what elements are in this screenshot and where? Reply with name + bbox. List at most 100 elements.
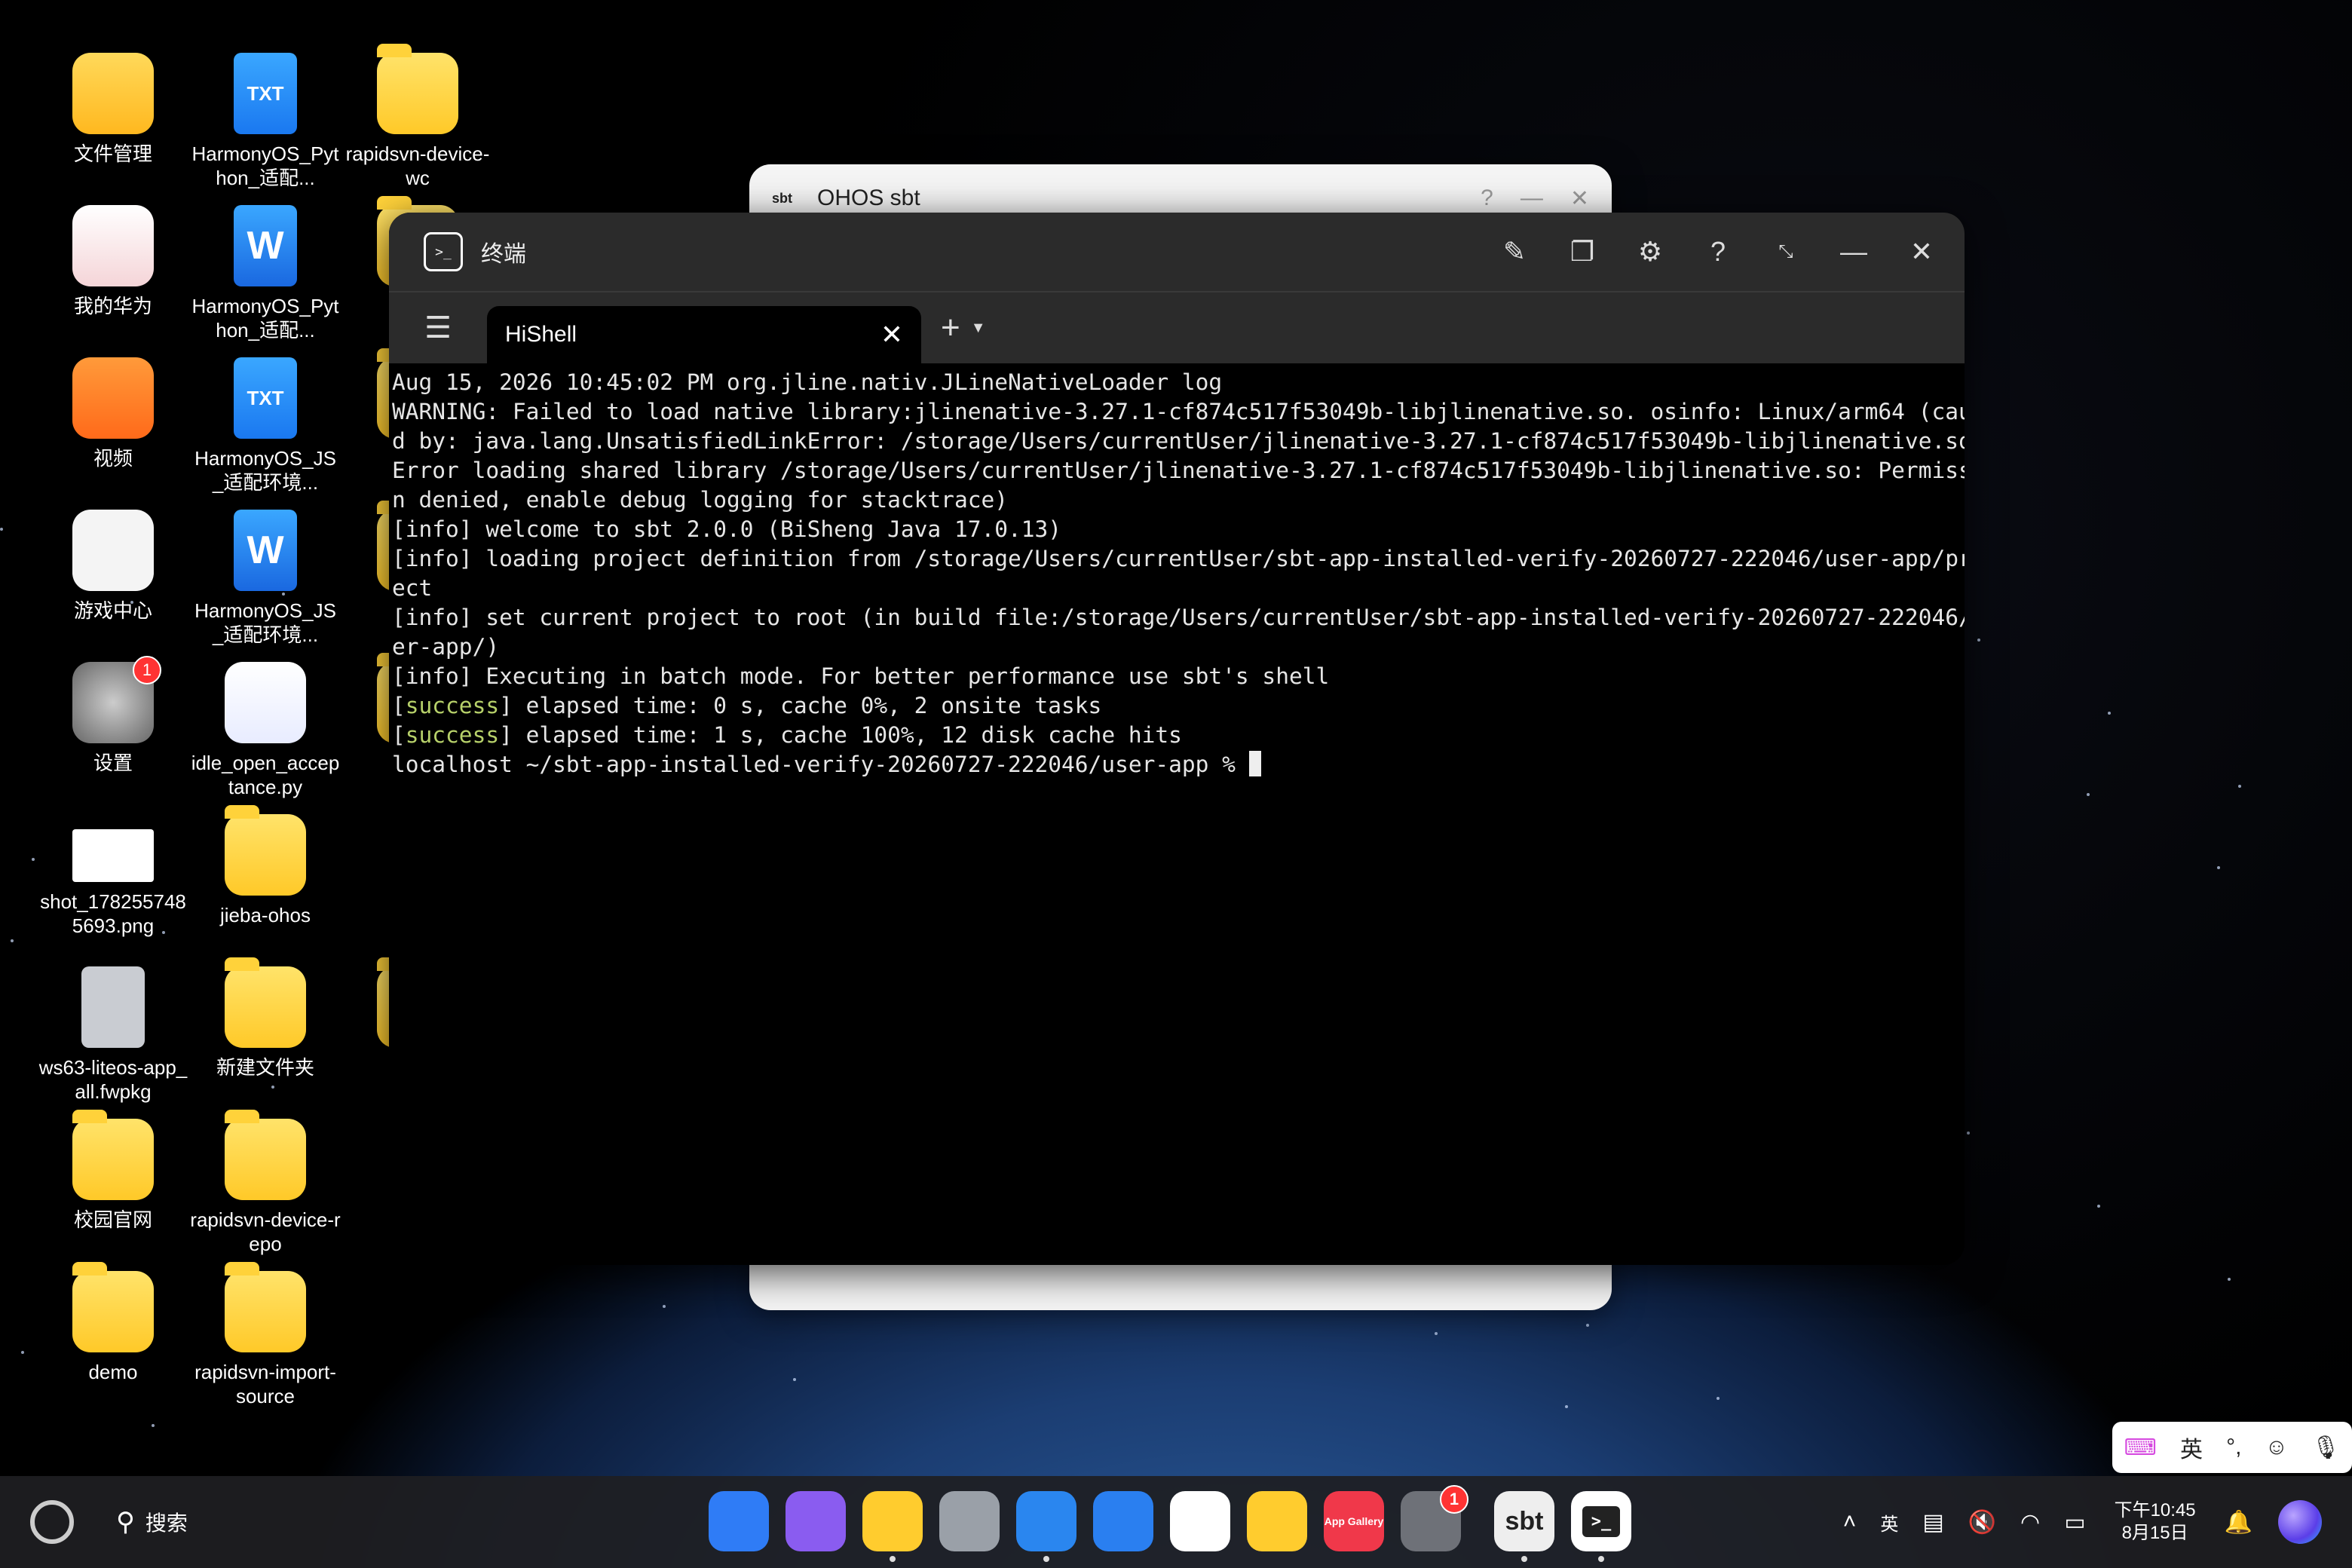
desktop-icon[interactable]: 视频 — [38, 357, 188, 470]
desktop-icon[interactable]: idle_open_acceptance.py — [190, 662, 341, 799]
ime-indicator[interactable]: 英 — [1880, 1509, 1898, 1536]
system-tray: ˄ 英 ▤ 🔇 ◠ ▭ 下午10:45 8月15日 🔔 — [1831, 1476, 2352, 1568]
running-indicator — [1043, 1556, 1049, 1562]
desktop-icon[interactable]: TXT HarmonyOS_JS_适配环境... — [190, 357, 341, 495]
folder-icon — [72, 1110, 154, 1200]
assistant-orb-icon[interactable] — [2278, 1500, 2322, 1544]
notification-bell-icon[interactable]: 🔔 — [2225, 1509, 2252, 1536]
close-tab-icon[interactable]: ✕ — [880, 319, 903, 351]
desktop-icon[interactable]: rapidsvn-device-wc — [342, 44, 493, 190]
star-decoration — [1435, 1332, 1438, 1335]
trash-icon[interactable] — [939, 1491, 1000, 1551]
taskbar: ⚲ 搜索 App Gallery 1 sbt >_ ˄ 英 ▤ 🔇 ◠ ▭ 下午10:… — [0, 1476, 2352, 1568]
tab-hishell[interactable]: HiShell ✕ — [487, 306, 921, 363]
desktop-icon[interactable]: 文件管理 — [38, 53, 188, 166]
mail-icon[interactable] — [1093, 1491, 1153, 1551]
start-button[interactable] — [30, 1500, 74, 1544]
settings-icon[interactable]: 1 — [1401, 1485, 1468, 1551]
star-decoration — [2228, 1278, 2231, 1281]
desktop-icon-label: shot_1782557485693.png — [40, 890, 186, 937]
multitask-icon[interactable] — [786, 1491, 846, 1551]
gallery-icon[interactable] — [1170, 1491, 1230, 1551]
terminal-prompt-line[interactable]: localhost ~/sbt-app-installed-verify-202… — [392, 750, 1965, 779]
video-icon — [72, 357, 154, 439]
settings-icon: 1 — [72, 656, 161, 743]
terminal-line-text: d by: java.lang.UnsatisfiedLinkError: /s… — [392, 428, 1965, 454]
sbt-icon[interactable]: sbt — [1494, 1491, 1554, 1562]
text-cursor — [1248, 751, 1261, 776]
help-icon[interactable]: ? — [1481, 185, 1493, 211]
clock-time: 下午10:45 — [2114, 1500, 2196, 1521]
desktop-icon[interactable]: demo — [38, 1262, 188, 1384]
app-launcher-icon[interactable] — [709, 1491, 769, 1551]
folder-icon — [225, 805, 306, 896]
emoji-icon[interactable]: ☺ — [2265, 1435, 2289, 1460]
notification-badge: 1 — [133, 656, 161, 684]
desktop-icon-label: 游戏中心 — [73, 599, 152, 622]
desktop-icon[interactable]: 1 设置 — [38, 656, 188, 775]
edit-icon[interactable]: ✎ — [1481, 218, 1548, 286]
desktop-icon[interactable]: W HarmonyOS_JS_适配环境... — [190, 510, 341, 647]
chevron-down-icon[interactable]: ▼ — [971, 320, 986, 337]
terminal-line-text: [info] Executing in batch mode. For bett… — [392, 663, 1330, 689]
ime-toolbar[interactable]: ⌨ 英 °, ☺ 🎙 — [2112, 1422, 2352, 1473]
restore-icon[interactable]: ⤡ — [1752, 218, 1820, 286]
desktop-icon[interactable]: 校园官网 — [38, 1110, 188, 1232]
folder-icon — [225, 1110, 306, 1200]
desktop-icon[interactable]: ws63-liteos-app_all.fwpkg — [38, 966, 188, 1104]
desktop-icon[interactable]: 游戏中心 — [38, 510, 188, 623]
desktop-icon[interactable]: rapidsvn-import-source — [190, 1262, 341, 1408]
search-button[interactable]: ⚲ 搜索 — [116, 1507, 188, 1537]
folder-icon — [377, 44, 458, 134]
new-tab-button[interactable]: + ▼ — [941, 292, 986, 363]
desktop-icon[interactable]: shot_1782557485693.png — [38, 814, 188, 938]
terminal-line-text: Error loading shared library /storage/Us… — [392, 458, 1965, 483]
desktop-icon-label: 我的华为 — [73, 295, 152, 317]
sbt-app-badge: sbt — [772, 190, 792, 206]
window-copy-icon[interactable]: ❐ — [1548, 218, 1616, 286]
running-indicator — [890, 1556, 896, 1562]
gear-icon[interactable]: ⚙ — [1616, 218, 1684, 286]
files-icon[interactable] — [862, 1491, 923, 1562]
terminal-line: d by: java.lang.UnsatisfiedLinkError: /s… — [392, 427, 1965, 456]
terminal-title-bar[interactable]: >_ 终端 ✎ ❐ ⚙ ? ⤡ — ✕ — [389, 213, 1965, 292]
help-icon[interactable]: ? — [1684, 218, 1752, 286]
chevron-up-icon[interactable]: ˄ — [1843, 1509, 1857, 1535]
minimize-icon[interactable]: — — [1521, 185, 1543, 211]
star-decoration — [793, 1378, 796, 1381]
terminal-window[interactable]: >_ 终端 ✎ ❐ ⚙ ? ⤡ — ✕ ☰ HiShell ✕ + ▼ Aug 1… — [389, 213, 1965, 1265]
ohos-sbt-title: OHOS sbt — [817, 185, 920, 210]
browser-icon[interactable] — [1016, 1491, 1076, 1562]
microphone-icon[interactable]: 🎙 — [2311, 1435, 2340, 1461]
file-manager-icon — [72, 53, 154, 134]
desktop-icon[interactable]: 新建文件夹 — [190, 957, 341, 1080]
clipboard-icon[interactable]: ▤ — [1922, 1509, 1943, 1536]
punctuation-icon[interactable]: °, — [2226, 1435, 2241, 1460]
close-icon[interactable]: ✕ — [1888, 218, 1955, 286]
star-decoration — [32, 858, 35, 861]
clock[interactable]: 下午10:45 8月15日 — [2115, 1499, 2196, 1545]
my-huawei-icon — [72, 205, 154, 286]
desktop-icon[interactable]: TXT HarmonyOS_Python_适配... — [190, 53, 341, 190]
keyboard-icon[interactable]: ⌨ — [2124, 1435, 2157, 1461]
volume-muted-icon[interactable]: 🔇 — [1968, 1509, 1996, 1536]
ime-language-toggle[interactable]: 英 — [2180, 1431, 2203, 1464]
battery-icon[interactable]: ▭ — [2064, 1509, 2085, 1536]
wifi-icon[interactable]: ◠ — [2020, 1509, 2040, 1536]
appgallery-icon[interactable]: App Gallery — [1324, 1491, 1384, 1551]
close-icon[interactable]: ✕ — [1570, 185, 1589, 212]
terminal-icon[interactable]: >_ — [1571, 1491, 1631, 1562]
minimize-icon[interactable]: — — [1820, 218, 1888, 286]
desktop-icon[interactable]: rapidsvn-device-repo — [190, 1110, 341, 1256]
star-decoration — [1586, 1324, 1589, 1327]
desktop-icon-label: 视频 — [93, 447, 133, 470]
terminal-output[interactable]: Aug 15, 2026 10:45:02 PM org.jline.nativ… — [389, 363, 1965, 779]
desktop-icon[interactable]: 我的华为 — [38, 205, 188, 318]
dock: App Gallery 1 sbt >_ — [709, 1485, 1648, 1562]
notes-icon[interactable] — [1247, 1491, 1307, 1551]
desktop-icon[interactable]: jieba-ohos — [190, 805, 341, 927]
desktop-icon[interactable]: W HarmonyOS_Python_适配... — [190, 205, 341, 342]
terminal-line: [info] loading project definition from /… — [392, 544, 1965, 574]
menu-icon[interactable]: ☰ — [389, 292, 487, 363]
desktop-icon-label: rapidsvn-import-source — [194, 1361, 336, 1407]
